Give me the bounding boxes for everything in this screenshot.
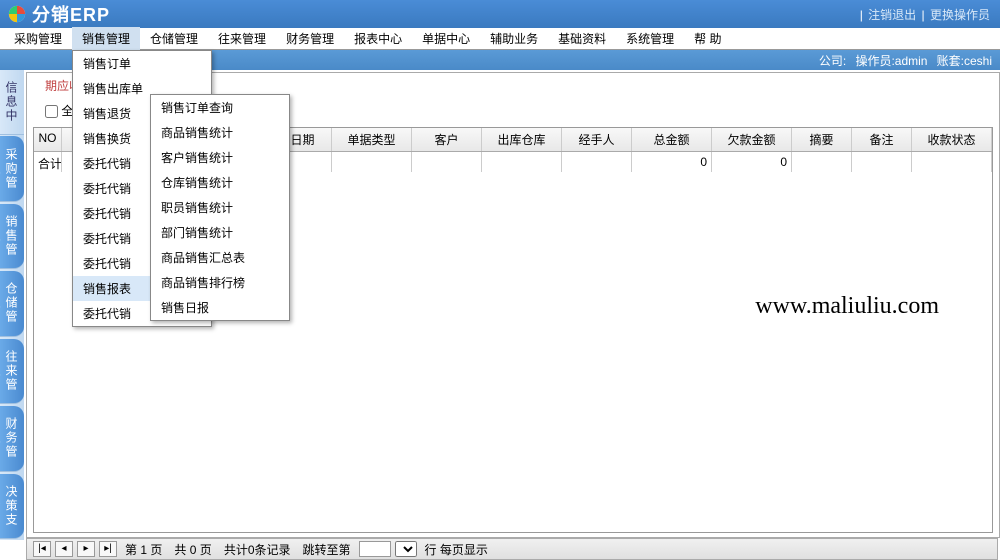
side-tab[interactable]: 决策支持	[0, 474, 24, 539]
side-tab[interactable]: 采购管理	[0, 136, 24, 201]
title-bar: 分销ERP | 注销退出 | 更换操作员	[0, 0, 1000, 28]
nav-prev-icon[interactable]: ◂	[55, 541, 73, 557]
column-header[interactable]: 客户	[412, 128, 482, 151]
column-header[interactable]: NO	[34, 128, 62, 151]
cell: 0	[632, 152, 712, 172]
dropdown-item[interactable]: 销售日报	[151, 295, 289, 320]
menu-item[interactable]: 帮 助	[684, 27, 731, 50]
company-label: 公司:	[819, 54, 846, 68]
dropdown-item[interactable]: 销售订单	[73, 51, 211, 76]
menu-item[interactable]: 采购管理	[4, 27, 72, 50]
cell	[852, 152, 912, 172]
menu-item[interactable]: 报表中心	[344, 27, 412, 50]
cell: 0	[712, 152, 792, 172]
operator-label: 操作员:	[855, 54, 894, 68]
side-tab[interactable]: 信息中心	[0, 70, 24, 135]
checkbox-all[interactable]: 全	[45, 104, 73, 118]
side-tab[interactable]: 财务管理	[0, 406, 24, 471]
column-header[interactable]: 摘要	[792, 128, 852, 151]
operator-value: admin	[895, 54, 928, 68]
cell	[912, 152, 992, 172]
cell	[332, 152, 412, 172]
menu-item[interactable]: 辅助业务	[480, 27, 548, 50]
side-tab[interactable]: 销售管理	[0, 204, 24, 269]
nav-first-icon[interactable]: |◂	[33, 541, 51, 557]
status-bar: |◂ ◂ ▸ ▸| 第 1 页 共 0 页 共计0条记录 跳转至第 行 每页显示	[26, 538, 998, 560]
column-header[interactable]: 备注	[852, 128, 912, 151]
menu-item[interactable]: 销售管理	[72, 27, 140, 50]
title-bar-links: | 注销退出 | 更换操作员	[860, 6, 992, 23]
logout-link[interactable]: 注销退出	[866, 8, 918, 22]
cell: 合计	[34, 152, 62, 172]
menu-item[interactable]: 系统管理	[616, 27, 684, 50]
column-header[interactable]: 收款状态	[912, 128, 992, 151]
account-label: 账套:	[937, 54, 964, 68]
dropdown-item[interactable]: 部门销售统计	[151, 220, 289, 245]
page-jump-input[interactable]	[359, 541, 391, 557]
app-logo-icon	[8, 5, 26, 23]
dropdown-item[interactable]: 销售订单查询	[151, 95, 289, 120]
switch-user-link[interactable]: 更换操作员	[928, 8, 992, 22]
dropdown-item[interactable]: 仓库销售统计	[151, 170, 289, 195]
column-header[interactable]: 总金额	[632, 128, 712, 151]
side-tab[interactable]: 往来管理	[0, 339, 24, 404]
cell	[482, 152, 562, 172]
app-title: 分销ERP	[32, 1, 110, 27]
side-nav: 信息中心采购管理销售管理仓储管理往来管理财务管理决策支持	[0, 70, 24, 540]
nav-next-icon[interactable]: ▸	[77, 541, 95, 557]
menu-bar: 采购管理销售管理仓储管理往来管理财务管理报表中心单据中心辅助业务基础资料系统管理…	[0, 28, 1000, 50]
menu-item[interactable]: 往来管理	[208, 27, 276, 50]
column-header[interactable]: 单据类型	[332, 128, 412, 151]
column-header[interactable]: 欠款金额	[712, 128, 792, 151]
column-header[interactable]: 经手人	[562, 128, 632, 151]
cell	[792, 152, 852, 172]
dropdown-item[interactable]: 职员销售统计	[151, 195, 289, 220]
side-tab[interactable]: 仓储管理	[0, 271, 24, 336]
dropdown-item[interactable]: 商品销售汇总表	[151, 245, 289, 270]
dropdown-item[interactable]: 客户销售统计	[151, 145, 289, 170]
checkbox-all-input[interactable]	[45, 105, 58, 118]
page-jump-select[interactable]	[395, 541, 417, 557]
menu-dropdown-reports[interactable]: 销售订单查询商品销售统计客户销售统计仓库销售统计职员销售统计部门销售统计商品销售…	[150, 94, 290, 321]
cell	[562, 152, 632, 172]
dropdown-item[interactable]: 商品销售排行榜	[151, 270, 289, 295]
nav-last-icon[interactable]: ▸|	[99, 541, 117, 557]
account-value: ceshi	[964, 54, 992, 68]
column-header[interactable]: 出库仓库	[482, 128, 562, 151]
menu-item[interactable]: 财务管理	[276, 27, 344, 50]
cell	[412, 152, 482, 172]
menu-item[interactable]: 基础资料	[548, 27, 616, 50]
menu-item[interactable]: 单据中心	[412, 27, 480, 50]
menu-item[interactable]: 仓储管理	[140, 27, 208, 50]
dropdown-item[interactable]: 商品销售统计	[151, 120, 289, 145]
